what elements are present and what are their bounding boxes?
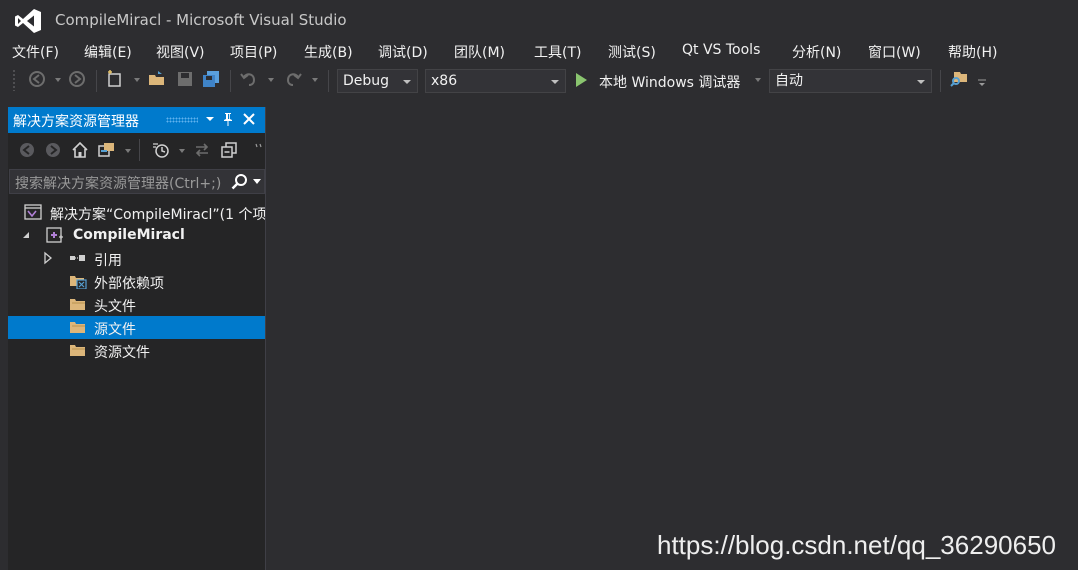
configuration-value: Debug	[343, 73, 390, 89]
new-project-icon[interactable]	[106, 70, 124, 88]
window-title: CompileMiracl - Microsoft Visual Studio	[55, 11, 347, 29]
tree-item-label: 引用	[94, 253, 122, 269]
menu-help[interactable]: 帮助(H)	[948, 42, 997, 62]
toolbar-overflow-icon[interactable]	[977, 78, 987, 88]
start-debugging-button[interactable]: 本地 Windows 调试器	[599, 72, 740, 92]
solution-configuration-combo[interactable]: Debug	[337, 69, 418, 93]
tree-item-label: 头文件	[94, 299, 136, 315]
chevron-down-icon	[917, 80, 925, 84]
tree-item-label: 解决方案“CompileMiracl”(1 个项目)	[50, 207, 265, 223]
menu-view[interactable]: 视图(V)	[156, 42, 205, 62]
solution-explorer-header[interactable]: 解决方案资源管理器	[8, 107, 265, 133]
tree-item-solution[interactable]: 解决方案“CompileMiracl”(1 个项目)	[8, 201, 265, 224]
menu-bar: 文件(F) 编辑(E) 视图(V) 项目(P) 生成(B) 调试(D) 团队(M…	[0, 40, 1078, 64]
filter-dropdown-arrow[interactable]	[179, 149, 185, 153]
window-position-dropdown-icon[interactable]	[202, 111, 218, 127]
redo-icon[interactable]	[284, 70, 302, 88]
menu-analyze[interactable]: 分析(N)	[792, 42, 841, 62]
tree-item-resource-files[interactable]: 资源文件	[8, 339, 265, 362]
solution-icon	[24, 204, 42, 220]
menu-file[interactable]: 文件(F)	[12, 42, 59, 62]
tree-item-source-files[interactable]: 源文件	[8, 316, 265, 339]
solution-explorer-panel: 解决方案资源管理器 搜索解决方案资源管理器(Ctrl+;) 解决方案“Compi…	[8, 107, 266, 570]
menu-test[interactable]: 测试(S)	[608, 42, 656, 62]
external-deps-folder-icon	[70, 276, 87, 289]
undo-dropdown-arrow[interactable]	[268, 78, 274, 82]
sync-with-active-document-icon[interactable]	[193, 141, 211, 159]
menu-build[interactable]: 生成(B)	[304, 42, 353, 62]
back-dropdown-arrow[interactable]	[55, 78, 61, 82]
menu-window[interactable]: 窗口(W)	[868, 42, 921, 62]
menu-project[interactable]: 项目(P)	[230, 42, 277, 62]
close-icon[interactable]	[241, 111, 257, 127]
toolbar-separator	[328, 70, 329, 92]
panel-drag-grip[interactable]	[166, 117, 198, 123]
back-icon[interactable]	[18, 141, 36, 159]
open-file-icon[interactable]	[148, 70, 166, 88]
menu-edit[interactable]: 编辑(E)	[84, 42, 132, 62]
chevron-down-icon	[551, 80, 559, 84]
search-icon[interactable]	[231, 173, 248, 190]
visual-studio-logo-icon	[15, 9, 41, 33]
tree-item-project[interactable]: CompileMiracl	[8, 224, 265, 247]
folder-icon	[70, 322, 85, 333]
collapsed-triangle-icon[interactable]	[42, 250, 54, 266]
folder-icon	[70, 299, 85, 310]
tree-item-header-files[interactable]: 头文件	[8, 293, 265, 316]
solution-platform-combo[interactable]: x86	[425, 69, 566, 93]
title-bar: CompileMiracl - Microsoft Visual Studio	[0, 0, 1078, 40]
expanded-triangle-icon[interactable]	[20, 227, 32, 243]
toolbar-grip[interactable]	[12, 69, 16, 91]
collapse-all-icon[interactable]	[220, 141, 238, 159]
platform-value: x86	[431, 73, 458, 89]
watermark-url: https://blog.csdn.net/qq_36290650	[657, 530, 1056, 560]
solution-explorer-search-input[interactable]: 搜索解决方案资源管理器(Ctrl+;)	[9, 169, 265, 194]
switch-views-icon[interactable]	[98, 141, 116, 159]
tree-item-label: 外部依赖项	[94, 276, 164, 292]
home-icon[interactable]	[71, 141, 89, 159]
navigate-back-icon[interactable]	[28, 70, 46, 88]
standard-toolbar: Debug x86 本地 Windows 调试器 自动	[0, 66, 1078, 96]
debug-mode-value: 自动	[775, 73, 803, 89]
undo-icon[interactable]	[240, 70, 258, 88]
tree-item-references[interactable]: 引用	[8, 247, 265, 270]
project-icon	[46, 227, 63, 243]
references-icon	[70, 255, 85, 261]
folder-icon	[70, 345, 85, 356]
debug-mode-combo[interactable]: 自动	[769, 69, 932, 93]
menu-tools[interactable]: 工具(T)	[534, 42, 581, 62]
redo-dropdown-arrow[interactable]	[312, 78, 318, 82]
toolbar-separator	[139, 139, 140, 161]
save-all-icon[interactable]	[202, 70, 220, 88]
search-placeholder: 搜索解决方案资源管理器(Ctrl+;)	[15, 176, 222, 192]
tree-item-label: 源文件	[94, 322, 136, 338]
save-icon[interactable]	[176, 70, 194, 88]
tree-item-external-dependencies[interactable]: 外部依赖项	[8, 270, 265, 293]
new-dropdown-arrow[interactable]	[134, 78, 140, 82]
start-debugging-play-icon[interactable]	[574, 72, 588, 88]
menu-qt-vs-tools[interactable]: Qt VS Tools	[682, 42, 760, 58]
find-in-files-icon[interactable]	[950, 70, 968, 88]
menu-debug[interactable]: 调试(D)	[378, 42, 428, 62]
debug-target-dropdown-arrow[interactable]	[755, 78, 761, 82]
switch-views-dropdown-arrow[interactable]	[125, 149, 131, 153]
tree-item-label: CompileMiracl	[73, 227, 185, 243]
tree-item-label: 资源文件	[94, 345, 150, 361]
solution-explorer-title: 解决方案资源管理器	[13, 114, 139, 130]
toolbar-separator	[230, 70, 231, 92]
forward-icon[interactable]	[44, 141, 62, 159]
pending-changes-filter-icon[interactable]	[152, 141, 170, 159]
toolbar-separator	[96, 70, 97, 92]
toolbar-separator	[940, 70, 941, 92]
menu-team[interactable]: 团队(M)	[454, 42, 505, 62]
search-options-chevron-down-icon[interactable]	[253, 179, 261, 185]
chevron-down-icon	[403, 80, 411, 84]
navigate-forward-icon[interactable]	[68, 70, 86, 88]
solution-explorer-toolbar	[8, 137, 265, 163]
pin-icon[interactable]	[220, 111, 236, 127]
toolbar-overflow-chevron-icon[interactable]	[254, 141, 264, 159]
